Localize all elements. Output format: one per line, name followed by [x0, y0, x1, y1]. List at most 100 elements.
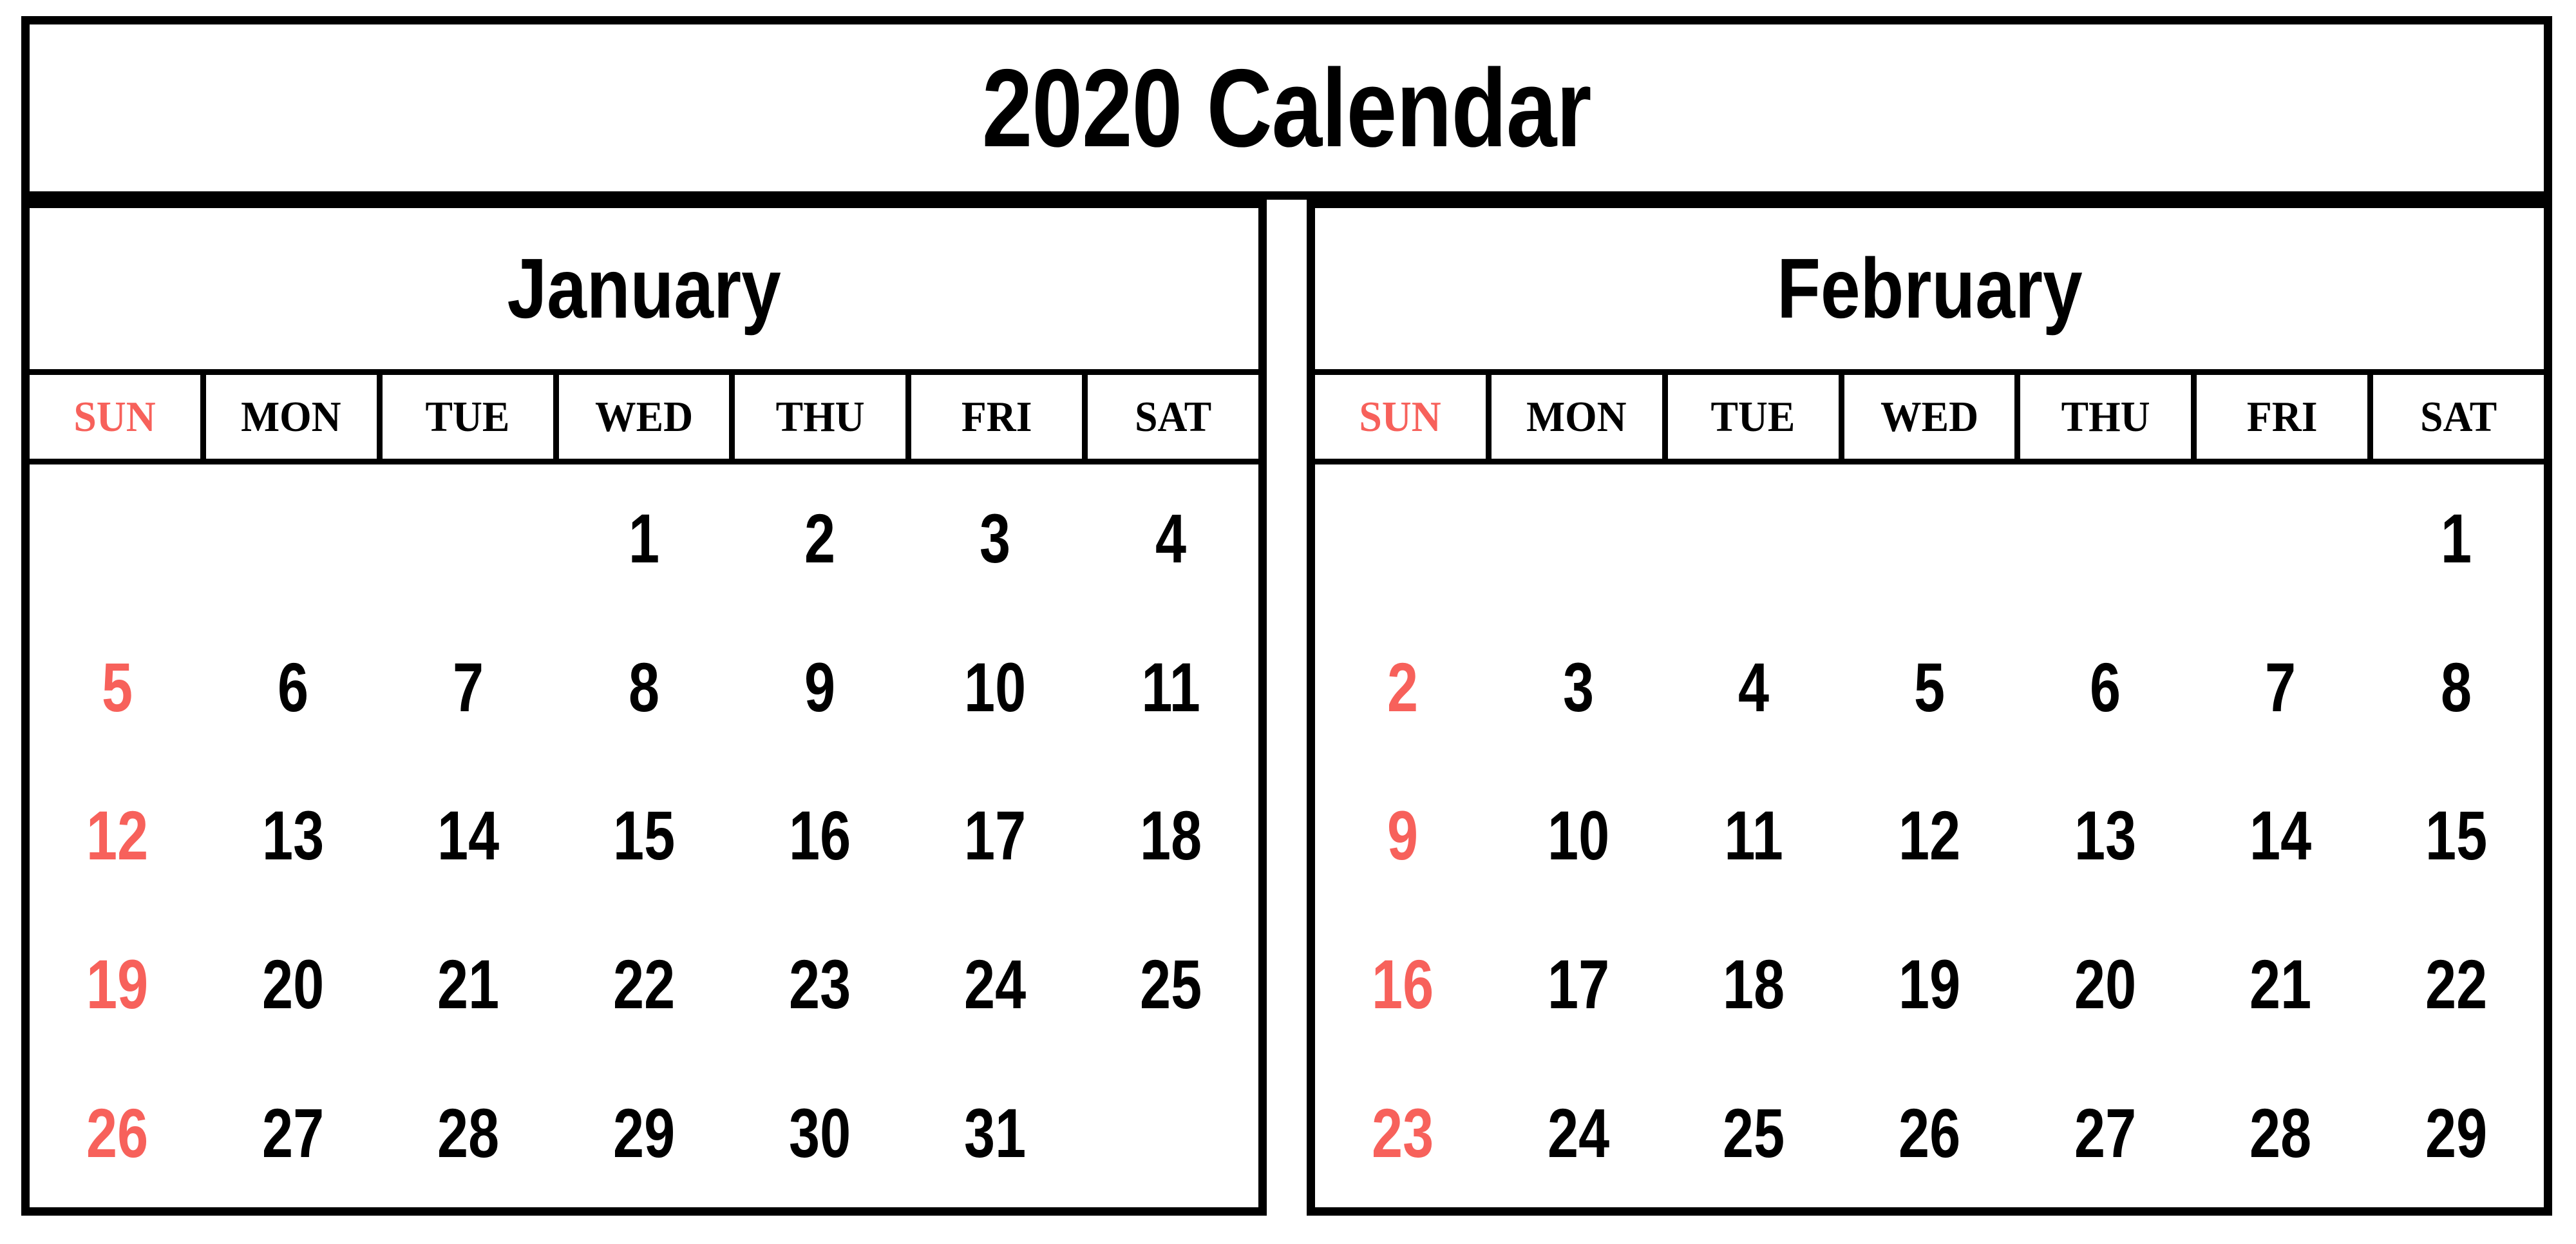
- date-row: 12 13 14 15 16 17 18: [30, 761, 1258, 910]
- date-number: 28: [2249, 1093, 2312, 1172]
- date-cell[interactable]: 23: [732, 910, 907, 1059]
- date-cell[interactable]: 31: [907, 1058, 1083, 1207]
- date-cell[interactable]: [1083, 1058, 1258, 1207]
- date-number: 17: [1547, 945, 1609, 1024]
- weekday-label-tue: TUE: [1710, 392, 1795, 441]
- date-cell[interactable]: 15: [556, 761, 732, 910]
- date-number: 20: [2074, 945, 2136, 1024]
- date-number: 1: [628, 499, 660, 578]
- date-cell[interactable]: 10: [1491, 761, 1667, 910]
- weekday-label-fri: FRI: [961, 392, 1032, 441]
- date-cell[interactable]: [205, 464, 381, 613]
- date-cell[interactable]: 13: [2017, 761, 2193, 910]
- date-cell[interactable]: 16: [1315, 910, 1491, 1059]
- date-cell[interactable]: 12: [1842, 761, 2018, 910]
- date-cell[interactable]: 27: [2017, 1058, 2193, 1207]
- date-grid-january: 1 2 3 4 5 6 7 8 9 10 11 12 13 14 15 16 1…: [30, 464, 1258, 1207]
- date-cell[interactable]: 11: [1666, 761, 1842, 910]
- date-cell[interactable]: 28: [381, 1058, 556, 1207]
- date-row: 1: [1315, 464, 2544, 613]
- date-cell[interactable]: [1491, 464, 1667, 613]
- date-cell[interactable]: 20: [205, 910, 381, 1059]
- date-cell[interactable]: 25: [1083, 910, 1258, 1059]
- date-cell[interactable]: 3: [907, 464, 1083, 613]
- date-cell[interactable]: 1: [2368, 464, 2544, 613]
- date-cell[interactable]: 25: [1666, 1058, 1842, 1207]
- date-cell[interactable]: 12: [30, 761, 205, 910]
- date-cell[interactable]: 2: [732, 464, 907, 613]
- date-cell[interactable]: 5: [30, 613, 205, 762]
- date-cell[interactable]: 20: [2017, 910, 2193, 1059]
- date-row: 19 20 21 22 23 24 25: [30, 910, 1258, 1059]
- date-cell[interactable]: 26: [1842, 1058, 2018, 1207]
- date-cell[interactable]: [30, 464, 205, 613]
- date-cell[interactable]: 24: [907, 910, 1083, 1059]
- date-number: 28: [437, 1093, 500, 1172]
- date-cell[interactable]: 6: [2017, 613, 2193, 762]
- date-cell[interactable]: 22: [2368, 910, 2544, 1059]
- date-cell[interactable]: [1315, 464, 1491, 613]
- date-cell[interactable]: [381, 464, 556, 613]
- weekday-cell-wed: WED: [559, 375, 735, 459]
- date-cell[interactable]: 29: [2368, 1058, 2544, 1207]
- date-cell[interactable]: 14: [2193, 761, 2369, 910]
- date-cell[interactable]: [1666, 464, 1842, 613]
- date-cell[interactable]: 28: [2193, 1058, 2369, 1207]
- date-cell[interactable]: 23: [1315, 1058, 1491, 1207]
- date-cell[interactable]: 6: [205, 613, 381, 762]
- date-cell[interactable]: 7: [2193, 613, 2369, 762]
- weekday-label-sat: SAT: [2420, 392, 2497, 441]
- date-cell[interactable]: 7: [381, 613, 556, 762]
- date-number: 18: [1723, 945, 1785, 1024]
- date-cell[interactable]: 9: [1315, 761, 1491, 910]
- date-number: 26: [1898, 1093, 1961, 1172]
- date-cell[interactable]: 1: [556, 464, 732, 613]
- date-row: 2 3 4 5 6 7 8: [1315, 613, 2544, 762]
- date-cell[interactable]: 14: [381, 761, 556, 910]
- date-cell[interactable]: 22: [556, 910, 732, 1059]
- date-number: 6: [2089, 647, 2121, 726]
- date-cell[interactable]: 19: [1842, 910, 2018, 1059]
- calendar-title-band: 2020 Calendar: [21, 16, 2552, 200]
- date-cell[interactable]: 17: [907, 761, 1083, 910]
- date-number: 2: [804, 499, 835, 578]
- date-cell[interactable]: 24: [1491, 1058, 1667, 1207]
- date-cell[interactable]: 4: [1083, 464, 1258, 613]
- date-cell[interactable]: 26: [30, 1058, 205, 1207]
- date-cell[interactable]: 16: [732, 761, 907, 910]
- date-cell[interactable]: 9: [732, 613, 907, 762]
- date-cell[interactable]: 21: [381, 910, 556, 1059]
- date-cell[interactable]: 19: [30, 910, 205, 1059]
- date-cell[interactable]: 29: [556, 1058, 732, 1207]
- weekday-cell-sat: SAT: [1088, 375, 1258, 459]
- date-cell[interactable]: 5: [1842, 613, 2018, 762]
- date-number: 23: [1372, 1093, 1434, 1172]
- date-cell[interactable]: 18: [1666, 910, 1842, 1059]
- date-cell[interactable]: 27: [205, 1058, 381, 1207]
- month-name-row-january: January: [30, 208, 1258, 369]
- date-cell[interactable]: [1842, 464, 2018, 613]
- date-cell[interactable]: 17: [1491, 910, 1667, 1059]
- date-cell[interactable]: 3: [1491, 613, 1667, 762]
- date-cell[interactable]: 10: [907, 613, 1083, 762]
- date-cell[interactable]: 21: [2193, 910, 2369, 1059]
- date-cell[interactable]: 15: [2368, 761, 2544, 910]
- date-cell[interactable]: 2: [1315, 613, 1491, 762]
- date-row: 1 2 3 4: [30, 464, 1258, 613]
- date-number: 22: [2425, 945, 2487, 1024]
- weekday-label-wed: WED: [594, 392, 694, 441]
- date-cell[interactable]: 8: [556, 613, 732, 762]
- date-cell[interactable]: 13: [205, 761, 381, 910]
- date-cell[interactable]: [2017, 464, 2193, 613]
- date-cell[interactable]: 4: [1666, 613, 1842, 762]
- date-number: 25: [1139, 945, 1202, 1024]
- date-cell[interactable]: 8: [2368, 613, 2544, 762]
- weekday-label-mon: MON: [1526, 392, 1627, 441]
- weekday-cell-fri: FRI: [2197, 375, 2374, 459]
- date-cell[interactable]: 11: [1083, 613, 1258, 762]
- date-cell[interactable]: 30: [732, 1058, 907, 1207]
- date-cell[interactable]: [2193, 464, 2369, 613]
- date-cell[interactable]: 18: [1083, 761, 1258, 910]
- date-number: 8: [2440, 647, 2472, 726]
- date-row: 5 6 7 8 9 10 11: [30, 613, 1258, 762]
